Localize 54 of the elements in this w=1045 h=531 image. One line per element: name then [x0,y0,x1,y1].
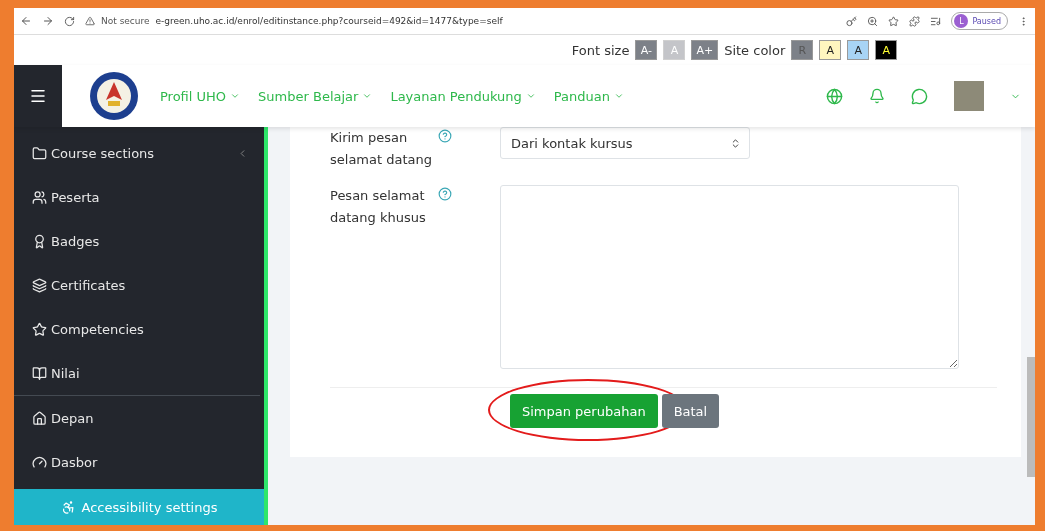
reload-icon[interactable] [64,15,75,27]
site-color-button[interactable]: A [819,40,842,60]
sidebar-item[interactable]: Depan [14,396,264,440]
key-icon[interactable] [846,15,858,27]
security-label: Not secure [101,16,150,26]
select-field[interactable]: Dari kontak kursus [500,127,750,159]
book-icon [32,365,47,381]
font-size-label: Font size [571,42,630,58]
accessibility-icon [60,499,76,515]
language-icon[interactable] [826,87,843,105]
users-icon [32,189,47,205]
layers-icon [32,277,47,293]
help-icon[interactable] [438,187,452,201]
caret-icon [230,91,241,101]
home-icon [32,410,47,426]
menu-icon [29,87,47,105]
message-icon[interactable] [911,87,928,105]
site-color-button[interactable]: A [875,40,898,60]
profile-avatar: L [954,14,969,28]
up-down-icon [730,137,741,149]
puzzle-icon[interactable] [909,15,921,27]
menu-button[interactable] [14,65,62,127]
url-field[interactable]: e-green.uho.ac.id/enrol/editinstance.php?courseid=492&id=1477&type=self [155,16,503,26]
playlist-icon[interactable] [930,15,942,27]
university-logo[interactable] [88,70,140,122]
sidebar-item[interactable]: Competencies [14,307,264,351]
badge-icon [32,233,47,249]
caret-icon [614,91,624,101]
sidebar-item[interactable]: Dasbor [14,440,264,484]
sidebar-item[interactable]: Peserta [14,175,264,219]
zoom-icon[interactable] [867,15,879,27]
star-icon [32,321,47,337]
sidebar-item[interactable]: Badges [14,219,264,263]
site-color-button[interactable]: A [847,40,870,60]
star-icon[interactable] [888,15,900,27]
field-label: Pesan selamat datang khusus [330,187,427,227]
caret-icon [525,91,536,101]
field-label: Kirim pesan selamat datang [330,129,433,169]
sidebar-item[interactable]: Certificates [14,263,264,307]
site-color-label: Site color [724,42,786,58]
caret-icon [362,91,373,101]
back-icon[interactable] [20,15,32,27]
sidebar-item[interactable]: Nilai [14,351,264,395]
notification-icon[interactable] [869,88,885,104]
scrollbar-thumb[interactable] [1027,357,1035,477]
sidebar-item[interactable]: Course sections [14,131,264,175]
help-icon[interactable] [438,129,452,143]
warning-icon [85,16,95,26]
font-size-button[interactable]: A- [635,40,658,60]
font-size-button[interactable]: A+ [691,40,719,60]
cancel-button[interactable]: Batal [661,394,720,428]
folder-icon [32,145,47,161]
forward-icon[interactable] [42,15,54,27]
gauge-icon [32,454,47,470]
